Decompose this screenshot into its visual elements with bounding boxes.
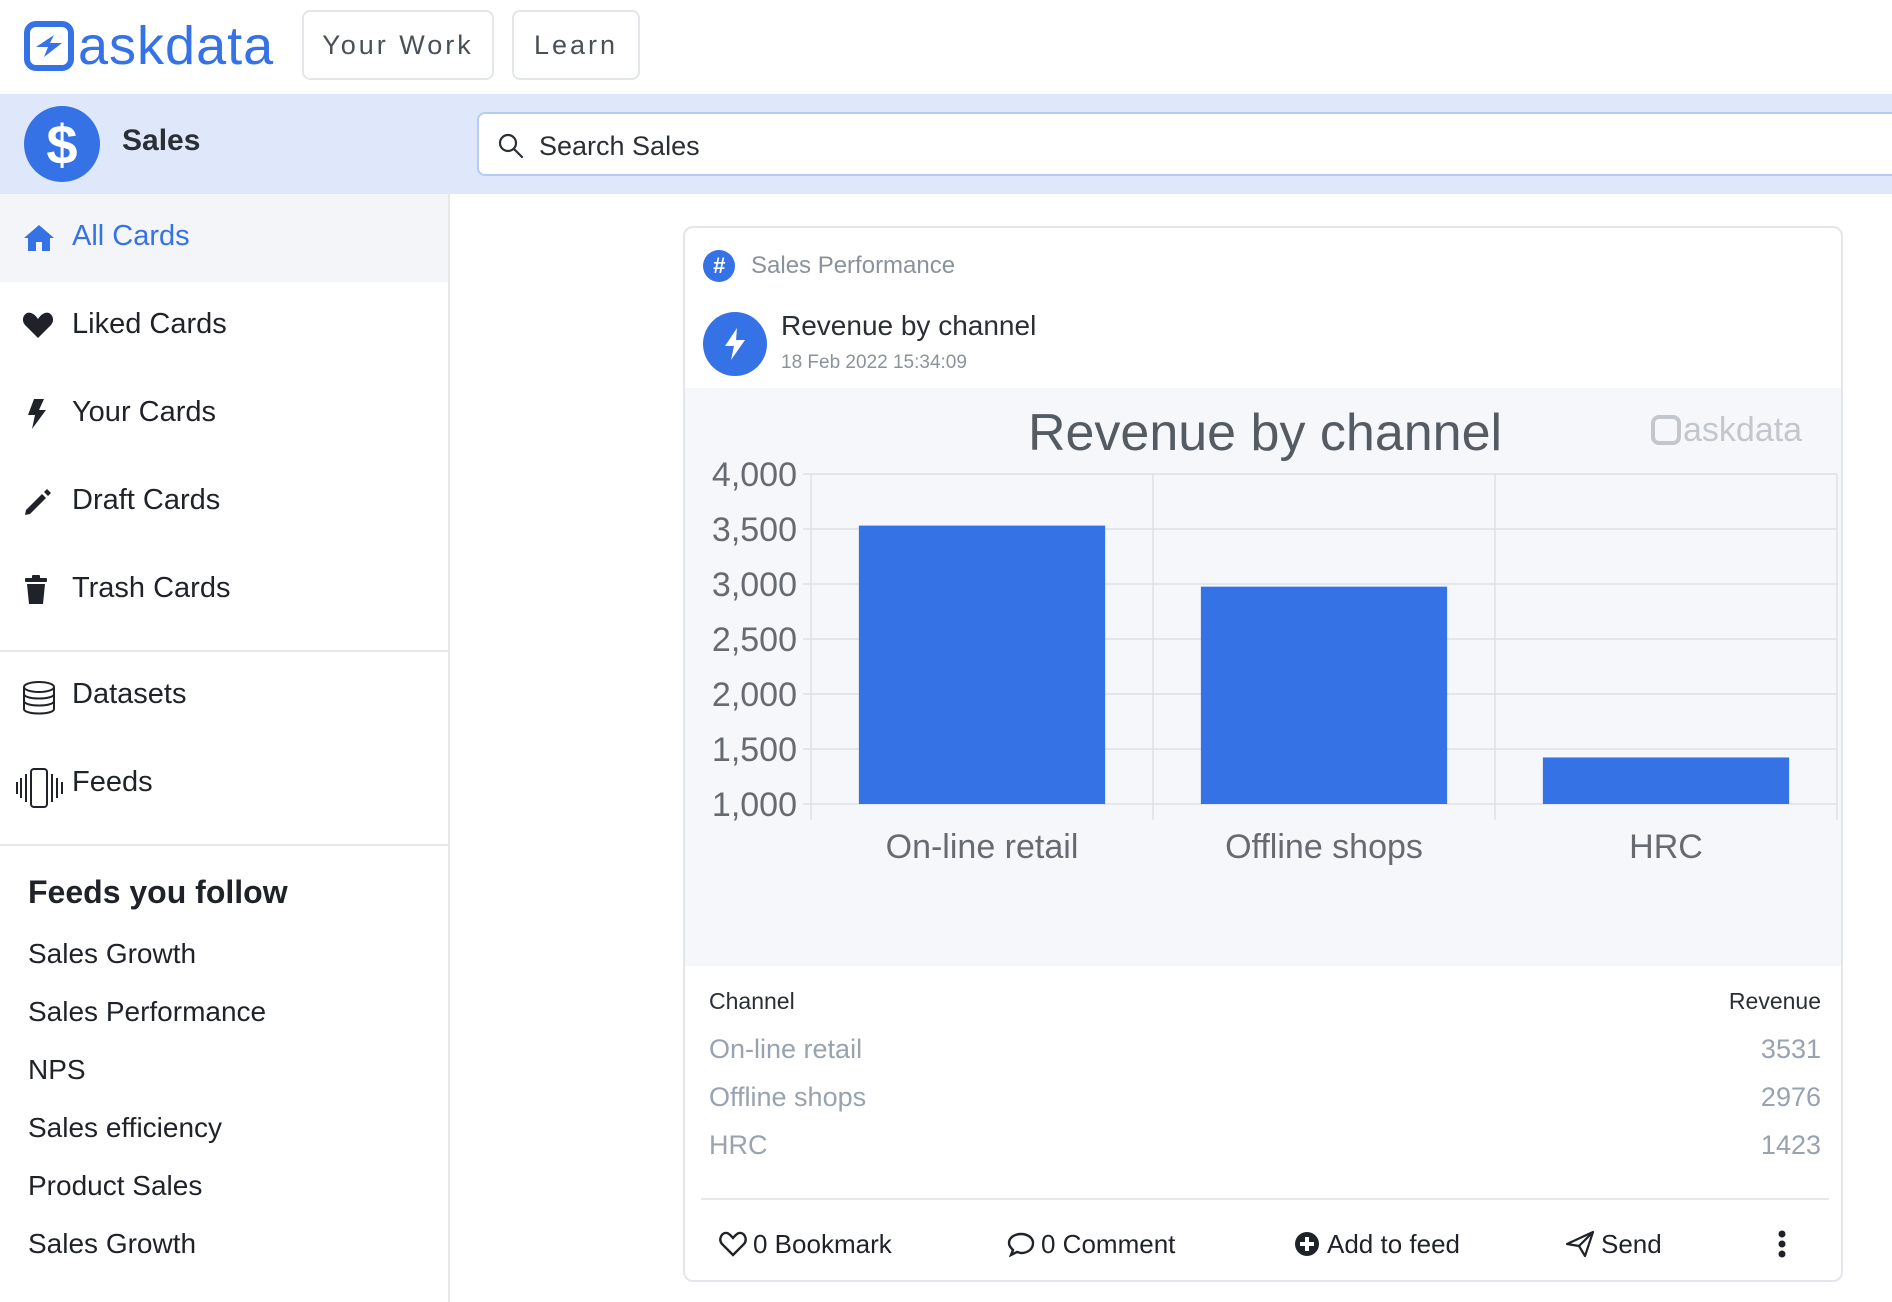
chart-y-axis: 4,000 3,500 3,000 2,500 2,000 1,500 1,000 <box>712 456 797 824</box>
chart-watermark: askdata <box>1651 411 1802 449</box>
sidebar-item-label: Liked Cards <box>72 308 227 340</box>
bar-on-line-retail[interactable] <box>858 525 1106 804</box>
y-tick-label: 1,500 <box>712 731 797 769</box>
followed-feed-link[interactable]: NPS <box>28 1054 86 1086</box>
search-input[interactable]: Search Sales <box>477 112 1892 176</box>
sidebar-item-liked-cards[interactable]: Liked Cards <box>0 282 448 370</box>
x-tick-label: HRC <box>1629 828 1703 866</box>
y-tick-label: 3,500 <box>712 511 797 549</box>
card-bolt-icon <box>703 312 767 376</box>
bookmark-button[interactable]: 0 Bookmark <box>719 1224 892 1264</box>
table-row: Offline shops 2976 <box>709 1082 1821 1122</box>
chart-x-axis: On-line retail Offline shops HRC <box>886 828 1703 866</box>
database-icon <box>22 680 58 716</box>
y-tick-label: 2,500 <box>712 621 797 659</box>
followed-feed-link[interactable]: Sales Performance <box>28 996 266 1028</box>
brand-name: askdata <box>78 16 275 76</box>
sidebar-item-label: Feeds <box>72 766 153 798</box>
sidebar-item-label: Trash Cards <box>72 572 231 604</box>
bar-offline-shops[interactable] <box>1200 586 1448 804</box>
table-header-revenue: Revenue <box>1728 988 1821 1014</box>
card-divider <box>701 1198 1829 1200</box>
askdata-logo[interactable]: askdata <box>24 18 274 74</box>
more-vertical-icon <box>1778 1230 1786 1258</box>
table-cell-revenue: 3531 <box>1760 1034 1821 1064</box>
sidebar-item-all-cards[interactable]: All Cards <box>0 194 448 282</box>
sidebar-item-feeds[interactable]: Feeds <box>0 740 448 828</box>
your-work-button[interactable]: Your Work <box>302 10 494 80</box>
card-timestamp: 18 Feb 2022 15:34:09 <box>781 352 967 373</box>
feeds-icon <box>16 768 64 808</box>
bolt-icon <box>22 398 58 434</box>
followed-feed-link[interactable]: Sales efficiency <box>28 1112 222 1144</box>
plus-circle-icon <box>1295 1232 1319 1256</box>
followed-feed-link[interactable]: Sales Growth <box>28 1228 196 1260</box>
trash-icon <box>22 574 58 610</box>
top-bar: askdata Your Work Learn <box>0 0 1892 94</box>
sidebar-item-draft-cards[interactable]: Draft Cards <box>0 458 448 546</box>
workspace-name[interactable]: Sales <box>122 124 200 158</box>
followed-feed-link[interactable]: Product Sales <box>28 1170 202 1202</box>
more-options-button[interactable] <box>1777 1224 1793 1264</box>
sidebar-divider <box>0 844 448 846</box>
comment-button[interactable]: 0 Comment <box>1007 1224 1175 1264</box>
revenue-chart: Revenue by channel askdata 4,000 3,500 3,0… <box>685 388 1841 966</box>
bar-hrc[interactable] <box>1542 757 1790 804</box>
chart-bars <box>858 525 1790 804</box>
x-tick-label: On-line retail <box>886 828 1079 866</box>
table-cell-revenue: 2976 <box>1760 1082 1821 1112</box>
feed-tag-label: Sales Performance <box>751 252 956 279</box>
table-header-channel: Channel <box>709 988 795 1014</box>
bookmark-label: 0 Bookmark <box>753 1228 892 1259</box>
table-cell-revenue: 1423 <box>1760 1130 1821 1160</box>
chart-title: Revenue by channel <box>1028 404 1502 462</box>
sidebar-item-your-cards[interactable]: Your Cards <box>0 370 448 458</box>
sidebar-item-datasets[interactable]: Datasets <box>0 652 448 740</box>
sidebar-item-label: Draft Cards <box>72 484 221 516</box>
send-label: Send <box>1601 1228 1662 1259</box>
table-row: HRC 1423 <box>709 1130 1821 1170</box>
add-to-feed-button[interactable]: Add to feed <box>1293 1224 1460 1264</box>
learn-button[interactable]: Learn <box>512 10 640 80</box>
logo-mark-icon <box>24 21 74 71</box>
table-cell-channel: HRC <box>709 1130 768 1160</box>
table-row: On-line retail 3531 <box>709 1034 1821 1074</box>
sidebar-item-label: All Cards <box>72 220 190 252</box>
feeds-you-follow-heading: Feeds you follow <box>28 874 288 910</box>
followed-feed-link[interactable]: Sales Growth <box>28 938 196 970</box>
send-icon <box>1565 1230 1595 1258</box>
watermark-logo-icon <box>1651 415 1681 445</box>
feed-tag[interactable]: # Sales Performance <box>703 248 955 284</box>
insight-card: # Sales Performance Revenue by channel 1… <box>683 226 1843 1282</box>
card-title[interactable]: Revenue by channel <box>781 310 1036 342</box>
pencil-icon <box>22 486 58 522</box>
card-actions: 0 Bookmark 0 Comment Add to feed Send <box>685 1212 1841 1272</box>
sidebar-item-trash-cards[interactable]: Trash Cards <box>0 546 448 634</box>
comment-label: 0 Comment <box>1041 1228 1176 1259</box>
add-to-feed-label: Add to feed <box>1327 1228 1460 1259</box>
search-placeholder: Search Sales <box>539 131 700 161</box>
y-tick-label: 3,000 <box>712 566 797 604</box>
heart-outline-icon <box>719 1231 747 1257</box>
home-icon <box>22 222 58 258</box>
hash-icon: # <box>703 250 735 282</box>
sidebar: All Cards Liked Cards Your Cards Draft C… <box>0 194 450 1302</box>
chart-svg: Revenue by channel askdata 4,000 3,500 3,0… <box>712 404 1838 866</box>
y-tick-label: 4,000 <box>712 456 797 494</box>
workspace-bar: $ Sales Search Sales <box>0 94 1892 194</box>
y-tick-label: 1,000 <box>712 786 797 824</box>
table-cell-channel: Offline shops <box>709 1082 867 1112</box>
comment-icon <box>1007 1232 1035 1257</box>
send-button[interactable]: Send <box>1565 1224 1662 1264</box>
sidebar-item-label: Your Cards <box>72 396 217 428</box>
dollar-icon[interactable]: $ <box>24 106 100 182</box>
watermark-text: askdata <box>1683 411 1802 449</box>
table-cell-channel: On-line retail <box>709 1034 863 1064</box>
x-tick-label: Offline shops <box>1225 828 1423 866</box>
heart-icon <box>22 310 58 346</box>
y-tick-label: 2,000 <box>712 676 797 714</box>
sidebar-item-label: Datasets <box>72 678 187 710</box>
search-icon <box>497 132 525 165</box>
